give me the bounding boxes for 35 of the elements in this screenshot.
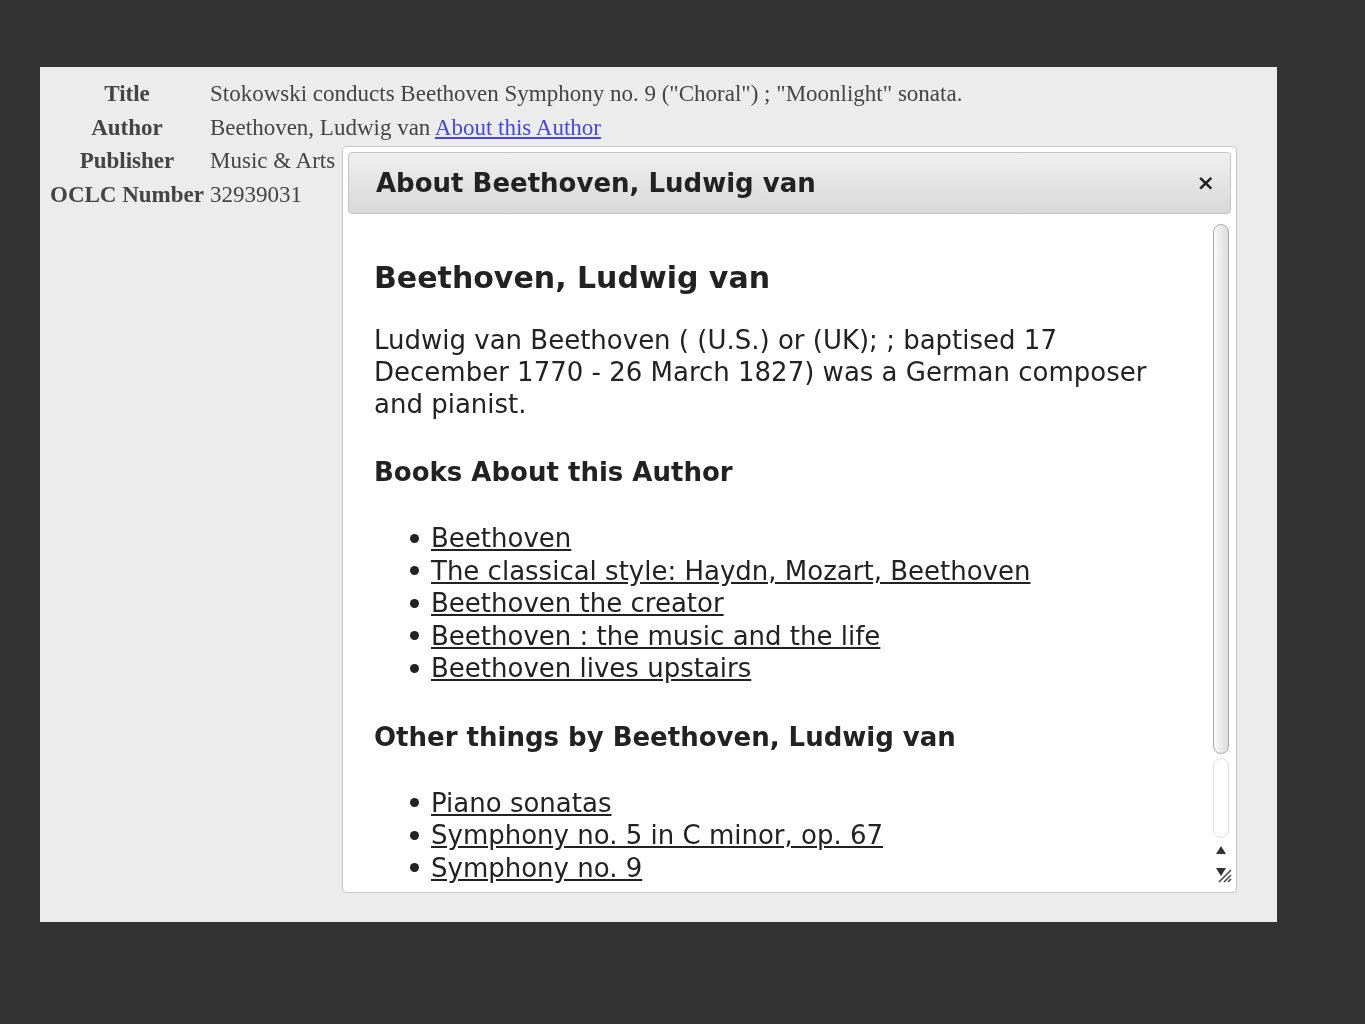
- bullet-icon: [410, 663, 419, 673]
- book-link[interactable]: Beethoven lives upstairs: [431, 652, 752, 685]
- bullet-icon: [410, 830, 419, 840]
- section-heading: Books About this Author: [374, 456, 734, 488]
- field-value: Music & Arts: [210, 148, 336, 174]
- book-link[interactable]: Symphony no. 9: [431, 851, 643, 884]
- field-label: Author: [91, 114, 163, 140]
- bullet-icon: [410, 798, 419, 808]
- book-link[interactable]: Symphony no. 5 in C minor, op. 67: [431, 819, 884, 852]
- bullet-icon: [410, 566, 419, 576]
- field-label: Publisher: [79, 148, 175, 174]
- scroll-down-icon[interactable]: [1216, 868, 1226, 876]
- field-label: OCLC Number: [50, 182, 204, 208]
- book-link[interactable]: Beethoven : the music and the life: [431, 619, 881, 652]
- field-value: 32939031: [210, 181, 302, 207]
- bullet-icon: [410, 631, 419, 641]
- book-link[interactable]: Piano sonatas: [431, 786, 612, 819]
- book-link[interactable]: The classical style: Haydn, Mozart, Beethoven: [431, 554, 1031, 587]
- scrollbar-thumb[interactable]: [1213, 224, 1229, 754]
- author-link[interactable]: About this Author: [434, 114, 601, 140]
- bullet-icon: [410, 533, 419, 543]
- resize-grip-icon[interactable]: [1217, 868, 1232, 883]
- book-link[interactable]: Beethoven: [431, 522, 572, 555]
- author-summary: Ludwig van Beethoven ( (U.S.) or (UK); ; baptised 17 December 1770 - 26 March 1827) was a German composer and pianist.: [374, 324, 1148, 420]
- field-value: Beethoven, Ludwig van: [210, 114, 431, 140]
- scroll-up-icon[interactable]: [1216, 846, 1226, 854]
- dialog-title: About Beethoven, Ludwig van: [376, 166, 816, 200]
- author-heading: Beethoven, Ludwig van: [374, 260, 771, 296]
- book-link[interactable]: Beethoven the creator: [431, 587, 724, 620]
- field-value: Stokowski conducts Beethoven Symphony no. 9 ("Choral") ; "Moonlight" sonata.: [210, 80, 963, 106]
- section-heading: Other things by Beethoven, Ludwig van: [374, 720, 957, 753]
- bullet-icon: [410, 863, 419, 873]
- bullet-icon: [410, 598, 419, 608]
- field-label: Title: [104, 81, 150, 106]
- close-button[interactable]: ×: [1196, 172, 1215, 194]
